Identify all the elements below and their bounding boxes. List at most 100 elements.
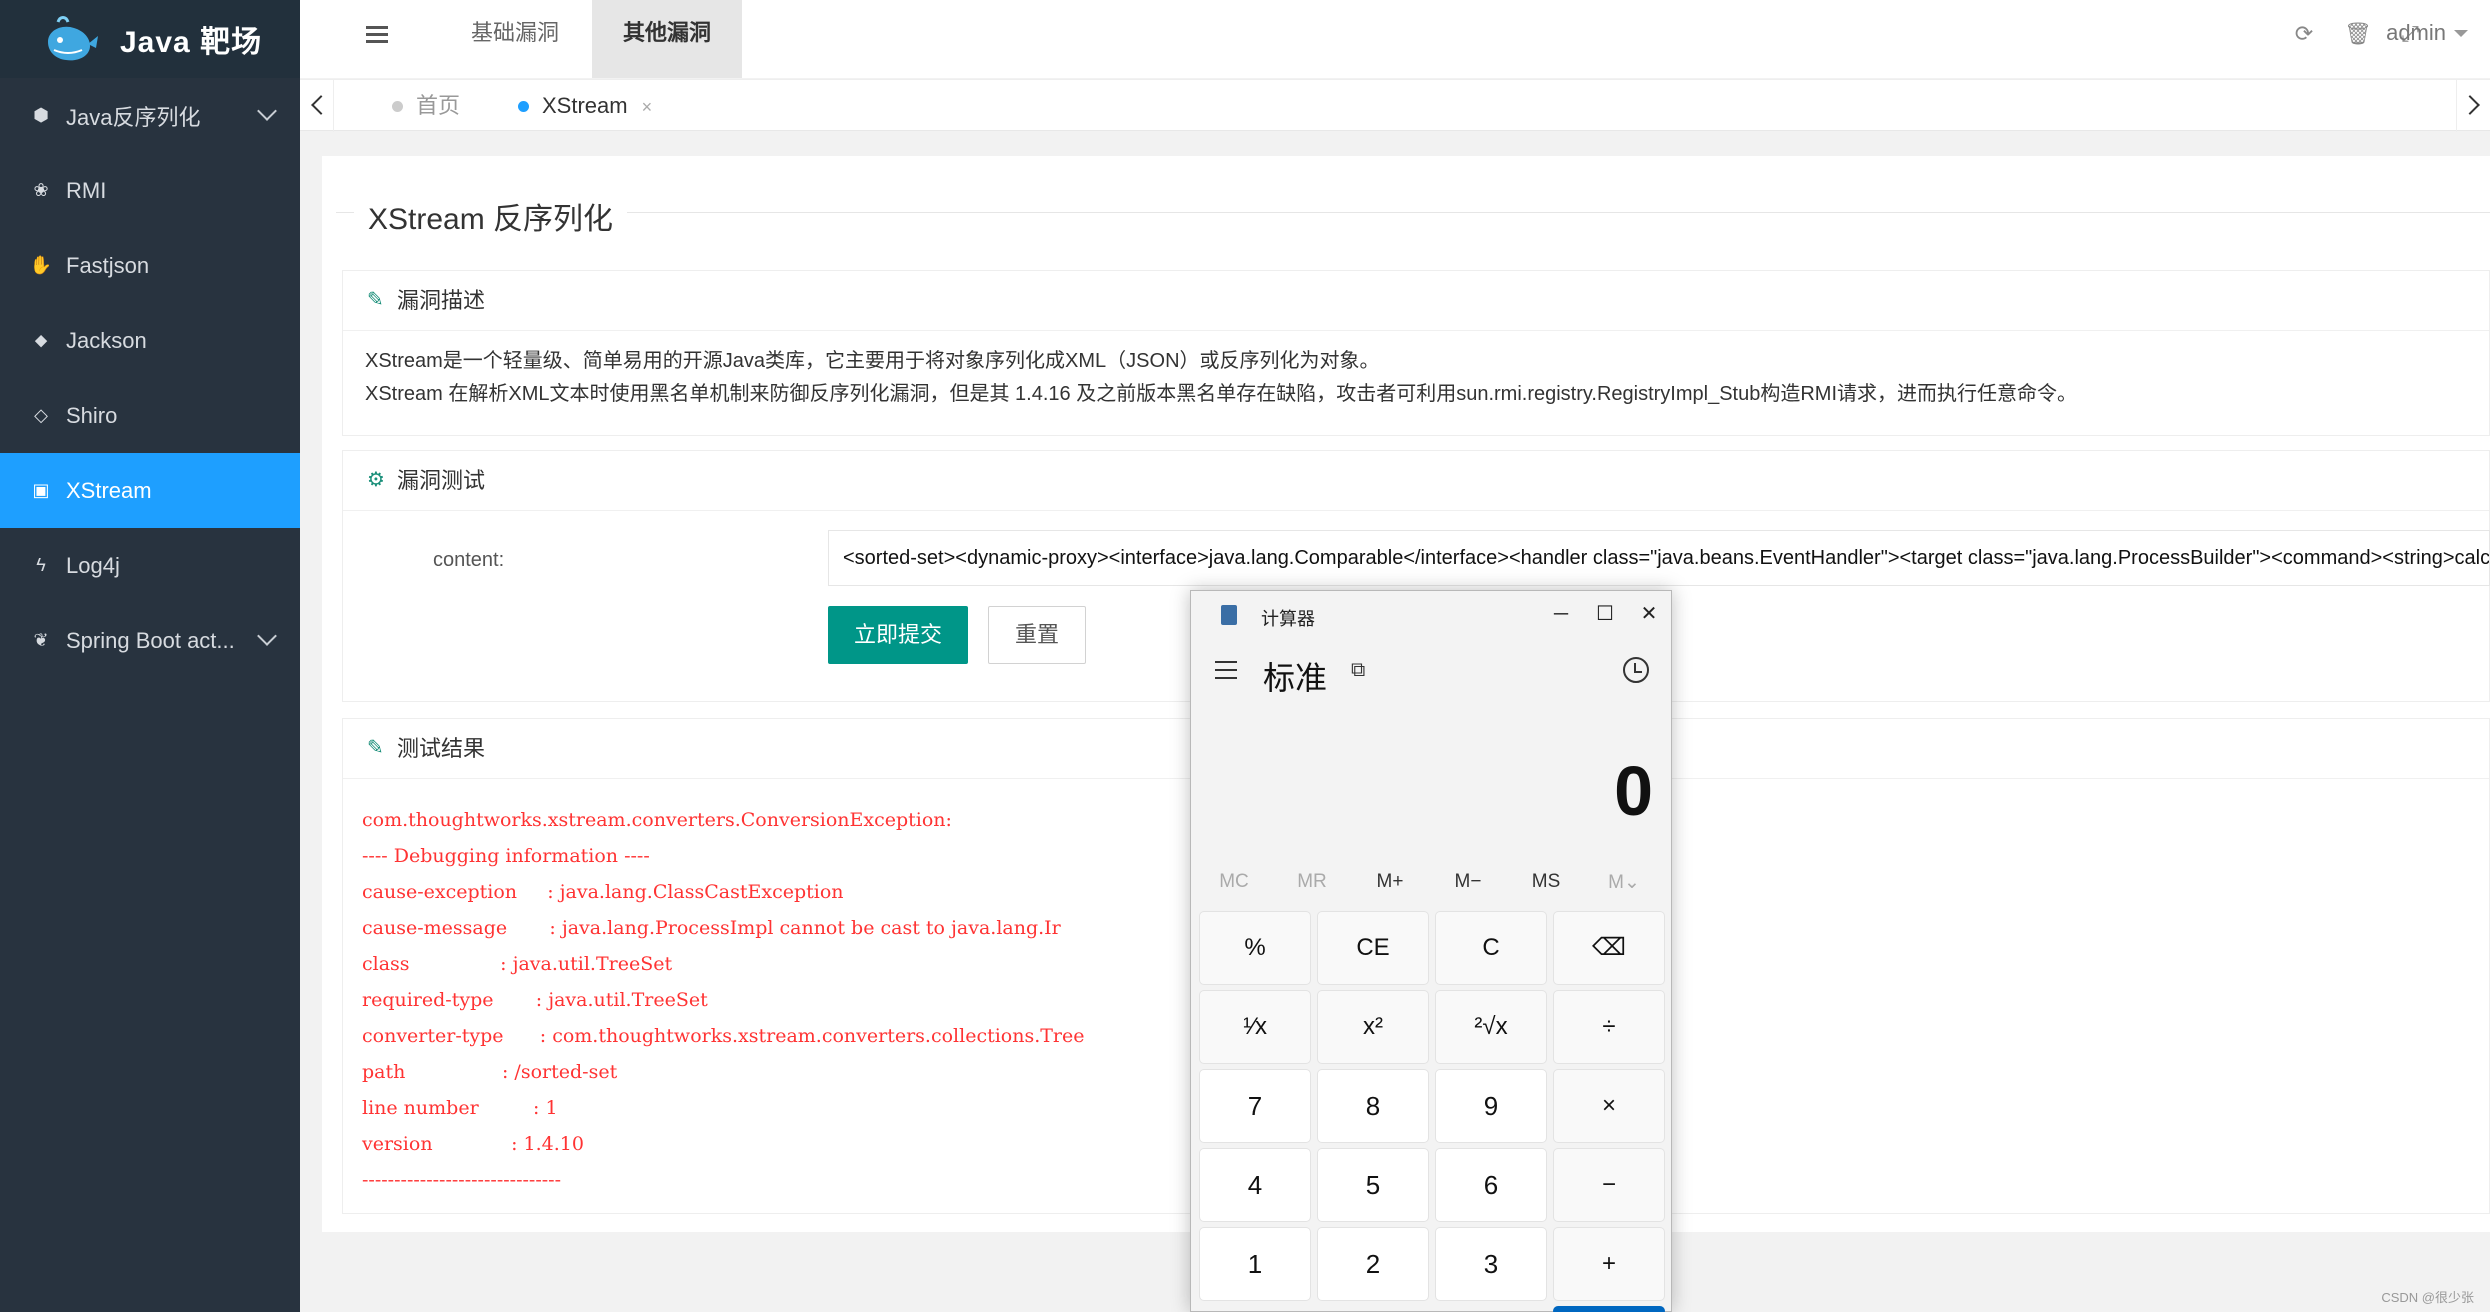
operator-key[interactable]: x² [1317,990,1429,1064]
scroll-right-icon[interactable] [2456,80,2490,132]
sidebar: Java 靶场 ⬢ Java反序列化 ❀ RMI ✋ Fastjson ⬥ Jackson ◇ S… [0,0,300,1312]
maximize-icon[interactable]: ☐ [1585,599,1625,629]
puzzle-icon: ⚙ [367,469,385,491]
sidebar-item-xstream[interactable]: ▣ XStream [0,453,300,528]
id-card-icon: ▣ [32,480,50,500]
history-icon[interactable] [1623,657,1649,683]
keep-on-top-icon[interactable]: ⧉ [1351,659,1365,682]
logo[interactable]: Java 靶场 [0,0,300,78]
chevron-down-icon [257,626,277,646]
calculator-mode: 标准 [1263,660,1328,696]
page-tab-home[interactable]: 首页 [392,80,460,132]
operator-key[interactable]: ¹⁄x [1199,990,1311,1064]
operator-key[interactable]: + [1553,1227,1665,1301]
menu-toggle-icon[interactable] [366,26,388,46]
operator-key[interactable]: CE [1317,911,1429,985]
calculator-titlebar[interactable]: 计算器 ─ ☐ ✕ [1191,591,1671,637]
trash-icon[interactable]: 🗑 [2344,20,2372,48]
digit-key[interactable]: 8 [1317,1069,1429,1143]
sidebar-item-fastjson[interactable]: ✋ Fastjson [0,228,300,303]
diamond-icon: ◇ [34,405,48,425]
user-menu[interactable]: admin [2386,20,2468,46]
reset-button[interactable]: 重置 [988,606,1086,664]
hand-icon: ✋ [29,255,53,275]
close-window-icon[interactable]: ✕ [1629,599,1669,629]
pen-icon: ✎ [367,289,384,311]
sidebar-item-label: Fastjson [66,252,150,278]
scroll-left-icon[interactable] [300,80,334,132]
close-tab-icon[interactable]: × [642,97,653,117]
memory-button[interactable]: M+ [1355,871,1425,893]
page-title: XStream 反序列化 [354,194,628,238]
result-line: com.thoughtworks.xstream.converters.Conv… [362,809,952,831]
result-line: class : java.util.TreeSet [362,953,673,975]
calculator-window[interactable]: 计算器 ─ ☐ ✕ 标准 ⧉ 0 MC MR M+ M− MS M⌄ % CE C ⌫ ¹⁄x x²… [1190,590,1672,1312]
card-title: 漏洞测试 [397,468,486,493]
digit-key[interactable]: 4 [1199,1148,1311,1222]
result-output: com.thoughtworks.xstream.converters.Conv… [362,802,1085,1198]
result-line: cause-exception : java.lang.ClassCastExc… [362,881,844,903]
operator-key[interactable]: % [1199,911,1311,985]
content-label: content: [433,549,505,571]
sidebar-item-rmi[interactable]: ❀ RMI [0,153,300,228]
equals-button[interactable] [1553,1306,1665,1312]
digit-key[interactable]: 3 [1435,1227,1547,1301]
result-line: version : 1.4.10 [362,1133,584,1155]
content-input[interactable]: <sorted-set><dynamic-proxy><interface>ja… [828,530,2490,586]
operator-key[interactable]: × [1553,1069,1665,1143]
description-line: XStream是一个轻量级、简单易用的开源Java类库，它主要用于将对象序列化成… [365,350,1380,372]
hamburger-menu-icon[interactable] [1215,661,1237,679]
page-tab-label: 首页 [416,93,461,118]
digit-key[interactable]: 6 [1435,1148,1547,1222]
result-line: ------------------------------- [362,1169,562,1191]
memory-button[interactable]: MC [1199,871,1269,893]
calculator-app-icon [1221,605,1237,625]
sidebar-item-label: Spring Boot act... [66,627,235,653]
operator-key[interactable]: ²√x [1435,990,1547,1064]
refresh-icon[interactable]: ⟳ [2290,20,2318,48]
sidebar-item-shiro[interactable]: ◇ Shiro [0,378,300,453]
memory-button[interactable]: M⌄ [1589,871,1659,894]
tab-basic-vulns[interactable]: 基础漏洞 [450,0,580,78]
title-divider [336,212,2490,213]
top-header: 基础漏洞 其他漏洞 ⟳ 🗑 ⤢ admin [300,0,2490,78]
digit-key[interactable]: 7 [1199,1069,1311,1143]
operator-key[interactable]: ÷ [1553,990,1665,1064]
result-line: line number : 1 [362,1097,558,1119]
result-line: ---- Debugging information ---- [362,845,650,867]
result-line: converter-type : com.thoughtworks.xstrea… [362,1025,1085,1047]
digit-key[interactable]: 9 [1435,1069,1547,1143]
sidebar-item-jackson[interactable]: ⬥ Jackson [0,303,300,378]
memory-button[interactable]: MR [1277,871,1347,893]
calculator-title: 计算器 [1261,609,1315,629]
minimize-icon[interactable]: ─ [1541,599,1581,629]
card-title: 测试结果 [397,736,486,761]
digit-key[interactable]: 5 [1317,1148,1429,1222]
sidebar-item-label: Java反序列化 [66,104,201,130]
sidebar-item-log4j[interactable]: ϟ Log4j [0,528,300,603]
operator-key[interactable]: ⌫ [1553,911,1665,985]
description-line: XStream 在解析XML文本时使用黑名单机制来防御反序列化漏洞，但是其 1.… [365,383,2078,405]
chevron-down-icon [257,101,277,121]
watermark: CSDN @很少张 [2381,1290,2474,1305]
tag-icon: ⬥ [34,330,48,350]
sidebar-item-spring-boot-act[interactable]: ❦ Spring Boot act... [0,603,300,678]
pen-icon: ✎ [367,737,384,759]
memory-button[interactable]: M− [1433,871,1503,893]
result-line: required-type : java.util.TreeSet [362,989,708,1011]
memory-button[interactable]: MS [1511,871,1581,893]
tab-other-vulns[interactable]: 其他漏洞 [592,0,742,78]
page-tab-bar: 首页 XStream × [300,79,2490,132]
sidebar-item-label: XStream [66,477,152,503]
digit-key[interactable]: 1 [1199,1227,1311,1301]
page-tab-xstream[interactable]: XStream × [518,80,652,132]
sidebar-item-java[interactable]: ⬢ Java反序列化 [0,78,300,153]
calculator-display: 0 [1614,752,1653,830]
card-title: 漏洞描述 [397,288,486,313]
sidebar-item-label: Shiro [66,402,118,428]
description-text: XStream是一个轻量级、简单易用的开源Java类库，它主要用于将对象序列化成… [343,331,2489,425]
submit-button[interactable]: 立即提交 [828,606,968,664]
operator-key[interactable]: − [1553,1148,1665,1222]
digit-key[interactable]: 2 [1317,1227,1429,1301]
operator-key[interactable]: C [1435,911,1547,985]
